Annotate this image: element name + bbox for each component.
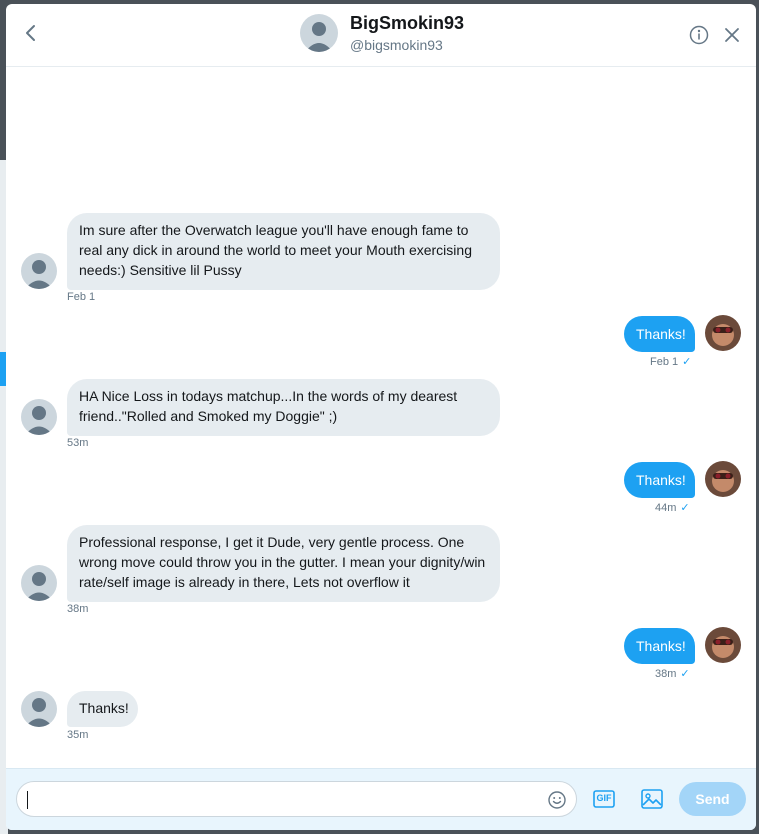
message-timestamp: 35m xyxy=(67,729,89,741)
conversation-header: BigSmokin93 @bigsmokin93 xyxy=(6,4,756,67)
message-timestamp: Feb 1 ✓ xyxy=(650,356,692,368)
avatar[interactable] xyxy=(705,315,741,351)
message-timestamp: 53m xyxy=(67,437,89,449)
read-check-icon: ✓ xyxy=(680,502,690,514)
message-bubble-incoming[interactable]: Im sure after the Overwatch league you'l… xyxy=(67,213,500,290)
message-bubble-incoming[interactable]: Professional response, I get it Dude, ve… xyxy=(67,525,500,602)
message-timestamp: 38m ✓ xyxy=(655,668,690,680)
text-caret xyxy=(27,791,28,809)
read-check-icon: ✓ xyxy=(682,356,692,368)
conversation-handle: @bigsmokin93 xyxy=(350,37,443,53)
image-icon[interactable] xyxy=(640,787,664,811)
send-button[interactable]: Send xyxy=(679,782,746,816)
message-timestamp: 38m xyxy=(67,603,89,615)
info-icon[interactable] xyxy=(689,25,709,45)
emoji-icon[interactable] xyxy=(547,790,567,810)
message-bubble-outgoing[interactable]: Thanks! xyxy=(624,316,695,352)
message-bubble-outgoing[interactable]: Thanks! xyxy=(624,462,695,498)
avatar[interactable] xyxy=(21,399,57,435)
avatar[interactable] xyxy=(300,14,338,52)
message-composer: GIF Send xyxy=(6,768,756,830)
avatar[interactable] xyxy=(21,253,57,289)
message-timestamp: Feb 1 xyxy=(67,291,96,303)
message-bubble-incoming[interactable]: HA Nice Loss in todays matchup...In the … xyxy=(67,379,500,436)
gif-button[interactable]: GIF xyxy=(593,788,615,810)
avatar[interactable] xyxy=(21,565,57,601)
gif-label: GIF xyxy=(596,793,612,803)
read-check-icon: ✓ xyxy=(680,668,690,680)
close-icon[interactable] xyxy=(723,26,741,44)
dm-dialog: BigSmokin93 @bigsmokin93 Im sure after t… xyxy=(6,4,756,830)
message-bubble-outgoing[interactable]: Thanks! xyxy=(624,628,695,664)
avatar[interactable] xyxy=(705,461,741,497)
message-timestamp: 44m ✓ xyxy=(655,502,690,514)
avatar[interactable] xyxy=(705,627,741,663)
conversation-name[interactable]: BigSmokin93 xyxy=(350,13,464,34)
avatar[interactable] xyxy=(21,691,57,727)
message-input[interactable] xyxy=(16,781,577,817)
chevron-left-icon[interactable] xyxy=(20,22,42,44)
message-bubble-incoming[interactable]: Thanks! xyxy=(67,691,138,727)
